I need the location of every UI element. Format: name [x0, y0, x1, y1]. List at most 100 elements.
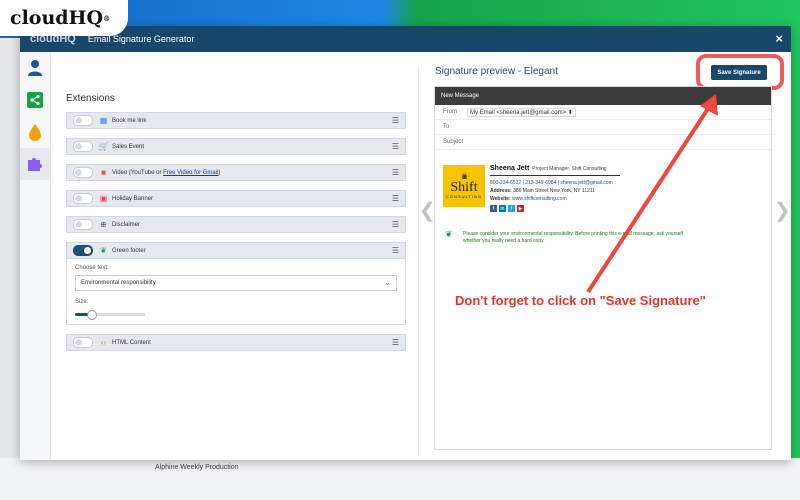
extension-label: Book me link — [112, 117, 147, 124]
drag-handle-icon[interactable]: ☰ — [392, 246, 399, 255]
extension-holiday-banner: ▣ Holiday Banner ☰ — [66, 190, 406, 207]
email-preview: New Message From My Email <sheena.jett@g… — [434, 86, 772, 450]
panel-divider — [418, 66, 419, 456]
green-footer-panel: ❦ Green footer ☰ Choose text: Environmen… — [66, 242, 406, 325]
chevron-down-icon: ⌄ — [384, 278, 391, 287]
logo-word: Shift — [450, 179, 478, 195]
extension-label: Holiday Banner — [112, 195, 154, 202]
extension-disclaimer: ⊕ Disclaimer ☰ — [66, 216, 406, 233]
email-header: New Message — [435, 87, 771, 105]
linkedin-icon[interactable]: in — [499, 205, 506, 212]
signature-rule — [490, 175, 620, 176]
choose-text-label: Choose text: — [75, 265, 109, 271]
logo-text: cloudHQ — [10, 7, 104, 29]
green-note-text: Please consider your environmental respo… — [463, 231, 684, 244]
rail-profile-button[interactable] — [20, 52, 50, 84]
extensions-panel: Extensions ▦ Book me link ☰ 🛒 Sales Even… — [66, 52, 406, 360]
signature-address: Address: 386 Main Street New York, NY 11… — [490, 187, 620, 195]
book-me-link-toggle[interactable] — [73, 115, 93, 126]
extension-label: HTML Content — [112, 339, 151, 346]
puzzle-icon — [28, 158, 42, 171]
preview-title: Signature preview - Elegant — [435, 66, 558, 77]
leaf-icon: ❦ — [100, 246, 107, 255]
website-label: Website: — [490, 196, 511, 202]
size-label: Size: — [75, 299, 89, 305]
drag-handle-icon[interactable]: ☰ — [392, 142, 399, 151]
extensions-title: Extensions — [66, 93, 115, 104]
gift-icon: ▣ — [99, 194, 108, 203]
size-slider-handle[interactable] — [87, 310, 98, 320]
green-footer-toggle[interactable] — [73, 245, 93, 256]
drag-handle-icon[interactable]: ☰ — [392, 220, 399, 229]
extension-green-footer: ❦ Green footer ☰ — [67, 243, 405, 259]
extension-label: Sales Event — [112, 143, 145, 150]
extension-video: ■ Video (YouTube or Free Video for Gmail… — [66, 164, 406, 181]
to-label: To — [443, 124, 450, 130]
youtube-icon[interactable]: ▶ — [517, 205, 524, 212]
subject-label: Subject — [443, 139, 464, 145]
signature-website: Website: www.shiftconsulting.com — [490, 195, 620, 203]
modal-header: cloudHQ Email Signature Generator × — [20, 26, 791, 52]
share-icon — [27, 92, 43, 108]
save-reminder-callout: Don't forget to click on "Save Signature… — [455, 293, 706, 308]
left-rail — [20, 52, 51, 460]
signature-phones: 800-234-6532 | 213-349-6984 | sheena.jet… — [490, 180, 613, 186]
address-label: Address: — [490, 188, 512, 194]
from-label: From — [443, 109, 457, 115]
drag-handle-icon[interactable]: ☰ — [392, 338, 399, 347]
green-footer-settings: Choose text: Environmental responsibilit… — [67, 259, 405, 324]
drag-handle-icon[interactable]: ☰ — [392, 194, 399, 203]
twitter-icon[interactable]: t — [508, 205, 515, 212]
holiday-banner-toggle[interactable] — [73, 193, 93, 204]
cart-icon: 🛒 — [98, 142, 109, 151]
logo-mark: ® — [103, 13, 111, 23]
social-icons: f in t ▶ — [490, 205, 620, 212]
from-field: From My Email <sheena.jett@gmail.com> ⬍ — [435, 105, 771, 120]
extension-label: Green footer — [112, 247, 146, 254]
size-slider[interactable] — [75, 310, 145, 320]
sales-event-toggle[interactable] — [73, 141, 93, 152]
drag-handle-icon[interactable]: ☰ — [392, 116, 399, 125]
video-icon: ■ — [101, 168, 106, 177]
next-template-icon[interactable]: ❯ — [774, 198, 791, 223]
rail-extensions-button[interactable] — [20, 148, 50, 180]
code-icon: ‹› — [100, 338, 107, 347]
disclaimer-toggle[interactable] — [73, 219, 93, 230]
background-left-strip — [0, 38, 20, 460]
rail-share-button[interactable] — [20, 84, 50, 116]
video-label-prefix: Video (YouTube or — [112, 169, 164, 176]
signature-generator-modal: cloudHQ Email Signature Generator × Exte… — [20, 26, 791, 460]
extension-label: Video (YouTube or Free Video for Gmail) — [112, 170, 220, 176]
video-toggle[interactable] — [73, 167, 93, 178]
subject-field: Subject — [435, 135, 771, 150]
signature-name-text: Sheena Jett — [490, 165, 530, 172]
extension-book-me-link: ▦ Book me link ☰ — [66, 112, 406, 129]
video-label-suffix: ) — [218, 169, 221, 176]
signature-info: Sheena Jett Project Manager, Shift Consul… — [490, 165, 620, 212]
drag-handle-icon[interactable]: ☰ — [392, 168, 399, 177]
green-footer-note: ❦ Please consider your environmental res… — [443, 229, 693, 245]
signature-role: Project Manager, Shift Consulting — [532, 166, 607, 172]
drop-icon — [29, 124, 41, 141]
free-video-link[interactable]: Free Video for Gmail — [163, 170, 218, 176]
html-content-toggle[interactable] — [73, 337, 93, 348]
extension-html-content: ‹› HTML Content ☰ — [66, 334, 406, 351]
extension-label: Disclaimer — [112, 221, 141, 228]
choose-text-select[interactable]: Environmental responsibility ⌄ — [75, 275, 397, 291]
green-leaf-icon: ❦ — [445, 229, 453, 239]
shift-logo: ıllılı Shift CONSULTING — [443, 165, 485, 207]
background-email-list: Alphine Weekly Production — [0, 458, 800, 500]
address-value: 386 Main Street New York, NY 11211 — [513, 188, 596, 194]
facebook-icon[interactable]: f — [490, 205, 497, 212]
extension-sales-event: 🛒 Sales Event ☰ — [66, 138, 406, 155]
signature-name: Sheena Jett Project Manager, Shift Consul… — [490, 165, 620, 173]
website-link[interactable]: www.shiftconsulting.com — [512, 196, 566, 202]
choose-text-value: Environmental responsibility — [81, 280, 156, 286]
calendar-icon: ▦ — [99, 116, 108, 125]
globe-icon: ⊕ — [100, 220, 107, 229]
save-signature-button[interactable]: Save Signature — [711, 65, 767, 80]
from-select[interactable]: My Email <sheena.jett@gmail.com> ⬍ — [467, 107, 576, 117]
rail-color-button[interactable] — [20, 116, 50, 148]
close-icon[interactable]: × — [775, 31, 783, 46]
logo-subtitle: CONSULTING — [446, 193, 482, 199]
